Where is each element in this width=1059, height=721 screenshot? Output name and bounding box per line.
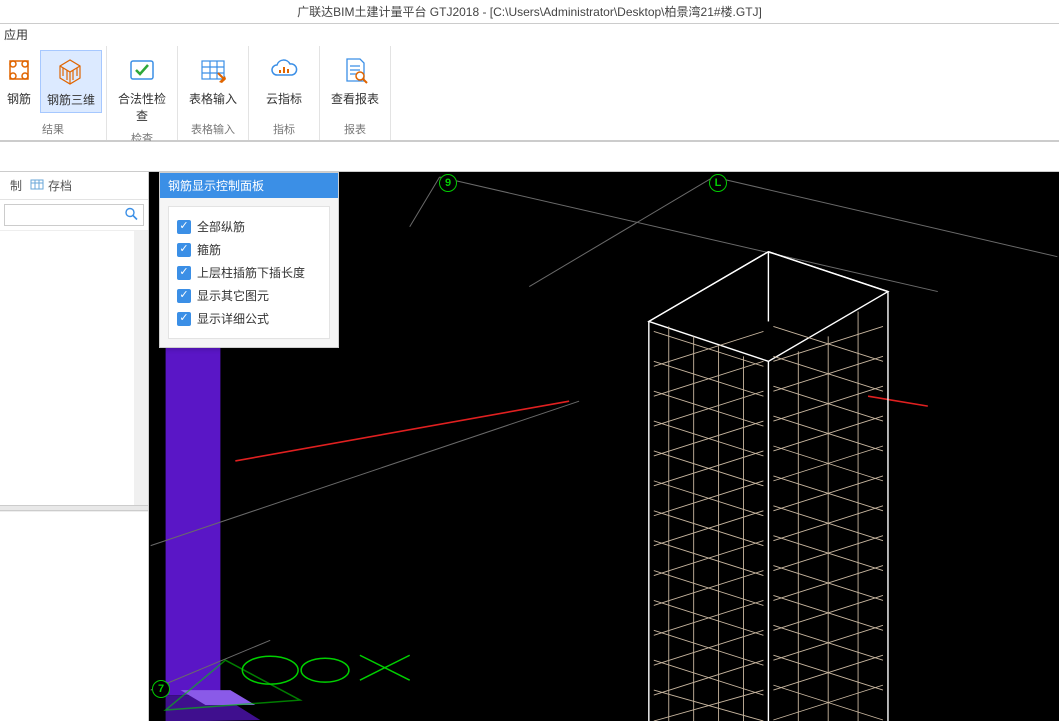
side-scrollbar[interactable] (134, 231, 148, 505)
checkbox-checked-icon: ✓ (177, 266, 191, 280)
rebar-display-panel-title[interactable]: 钢筋显示控制面板 (160, 173, 338, 198)
chk-stirrup-label: 箍筋 (197, 241, 221, 258)
ribbon-group-index: 云指标 指标 (249, 46, 320, 140)
rebar-label: 钢筋 (7, 90, 31, 107)
cloud-index-icon (268, 54, 300, 86)
chk-show-detail-formula-label: 显示详细公式 (197, 310, 269, 327)
rebar-3d-icon (55, 55, 87, 87)
side-list[interactable] (0, 231, 148, 505)
ribbon-group-result-label: 结果 (4, 119, 102, 140)
chk-show-other-elements[interactable]: ✓ 显示其它图元 (177, 284, 321, 307)
rebar-display-panel-body: ✓ 全部纵筋 ✓ 箍筋 ✓ 上层柱插筋下插长度 ✓ (160, 198, 338, 347)
app-window: 广联达BIM土建计量平台 GTJ2018 - [C:\Users\Adminis… (0, 0, 1059, 721)
archive-button[interactable]: 存档 (26, 177, 76, 194)
ribbon-group-result: 钢筋 钢筋三维 结果 (0, 46, 107, 140)
check-icon (126, 54, 158, 86)
ribbon-group-index-label: 指标 (253, 119, 315, 140)
chk-show-detail-formula[interactable]: ✓ 显示详细公式 (177, 307, 321, 330)
rebar-3d-label: 钢筋三维 (47, 91, 95, 108)
table-input-button[interactable]: 表格输入 (182, 50, 244, 111)
view-report-button[interactable]: 查看报表 (324, 50, 386, 111)
ribbon: 钢筋 钢筋三维 结果 合法性检查 检查 (0, 46, 1059, 141)
cloud-index-label: 云指标 (266, 90, 302, 107)
side-toolbar: 制 存档 (0, 172, 148, 200)
chk-upper-insert-length[interactable]: ✓ 上层柱插筋下插长度 (177, 261, 321, 284)
rebar-3d-button[interactable]: 钢筋三维 (40, 50, 102, 113)
archive-label: 存档 (48, 177, 72, 194)
chk-stirrup[interactable]: ✓ 箍筋 (177, 238, 321, 261)
cloud-index-button[interactable]: 云指标 (253, 50, 315, 111)
archive-icon (30, 177, 44, 194)
validity-check-label: 合法性检查 (113, 90, 171, 124)
chk-all-longitudinal[interactable]: ✓ 全部纵筋 (177, 215, 321, 238)
ribbon-group-check: 合法性检查 检查 (107, 46, 178, 140)
viewport-3d[interactable]: 9 L 7 钢筋显示控制面板 ✓ 全部纵筋 ✓ 箍筋 (149, 172, 1059, 721)
ribbon-group-tableinput: 表格输入 表格输入 (178, 46, 249, 140)
title-bar: 广联达BIM土建计量平台 GTJ2018 - [C:\Users\Adminis… (0, 0, 1059, 24)
rebar-icon (3, 54, 35, 86)
checkbox-checked-icon: ✓ (177, 312, 191, 326)
side-bottom-panel (0, 511, 148, 721)
search-icon[interactable] (124, 207, 138, 224)
chk-all-longitudinal-label: 全部纵筋 (197, 218, 245, 235)
view-report-label: 查看报表 (331, 90, 379, 107)
top-strip (0, 141, 1059, 171)
copy-button[interactable]: 制 (6, 177, 26, 194)
rebar-display-panel[interactable]: 钢筋显示控制面板 ✓ 全部纵筋 ✓ 箍筋 ✓ 上层柱插筋下插长 (159, 172, 339, 348)
axis-label-9: 9 (439, 174, 457, 192)
view-report-icon (339, 54, 371, 86)
ribbon-group-report: 查看报表 报表 (320, 46, 391, 140)
chk-show-other-elements-label: 显示其它图元 (197, 287, 269, 304)
copy-label: 制 (10, 177, 22, 194)
table-input-label: 表格输入 (189, 90, 237, 107)
axis-label-L: L (709, 174, 727, 192)
menu-bar[interactable]: 应用 (0, 24, 1059, 46)
chk-upper-insert-length-label: 上层柱插筋下插长度 (197, 264, 305, 281)
checkbox-checked-icon: ✓ (177, 243, 191, 257)
checkbox-checked-icon: ✓ (177, 220, 191, 234)
side-search (0, 200, 148, 231)
axis-label-7: 7 (152, 680, 170, 698)
validity-check-button[interactable]: 合法性检查 (111, 50, 173, 128)
rebar-button[interactable]: 钢筋 (4, 50, 34, 113)
ribbon-group-tableinput-label: 表格输入 (182, 119, 244, 140)
ribbon-group-report-label: 报表 (324, 119, 386, 140)
side-panel: 制 存档 (0, 172, 149, 721)
checkbox-checked-icon: ✓ (177, 289, 191, 303)
workspace: 制 存档 (0, 171, 1059, 721)
search-input[interactable] (4, 204, 144, 226)
table-input-icon (197, 54, 229, 86)
